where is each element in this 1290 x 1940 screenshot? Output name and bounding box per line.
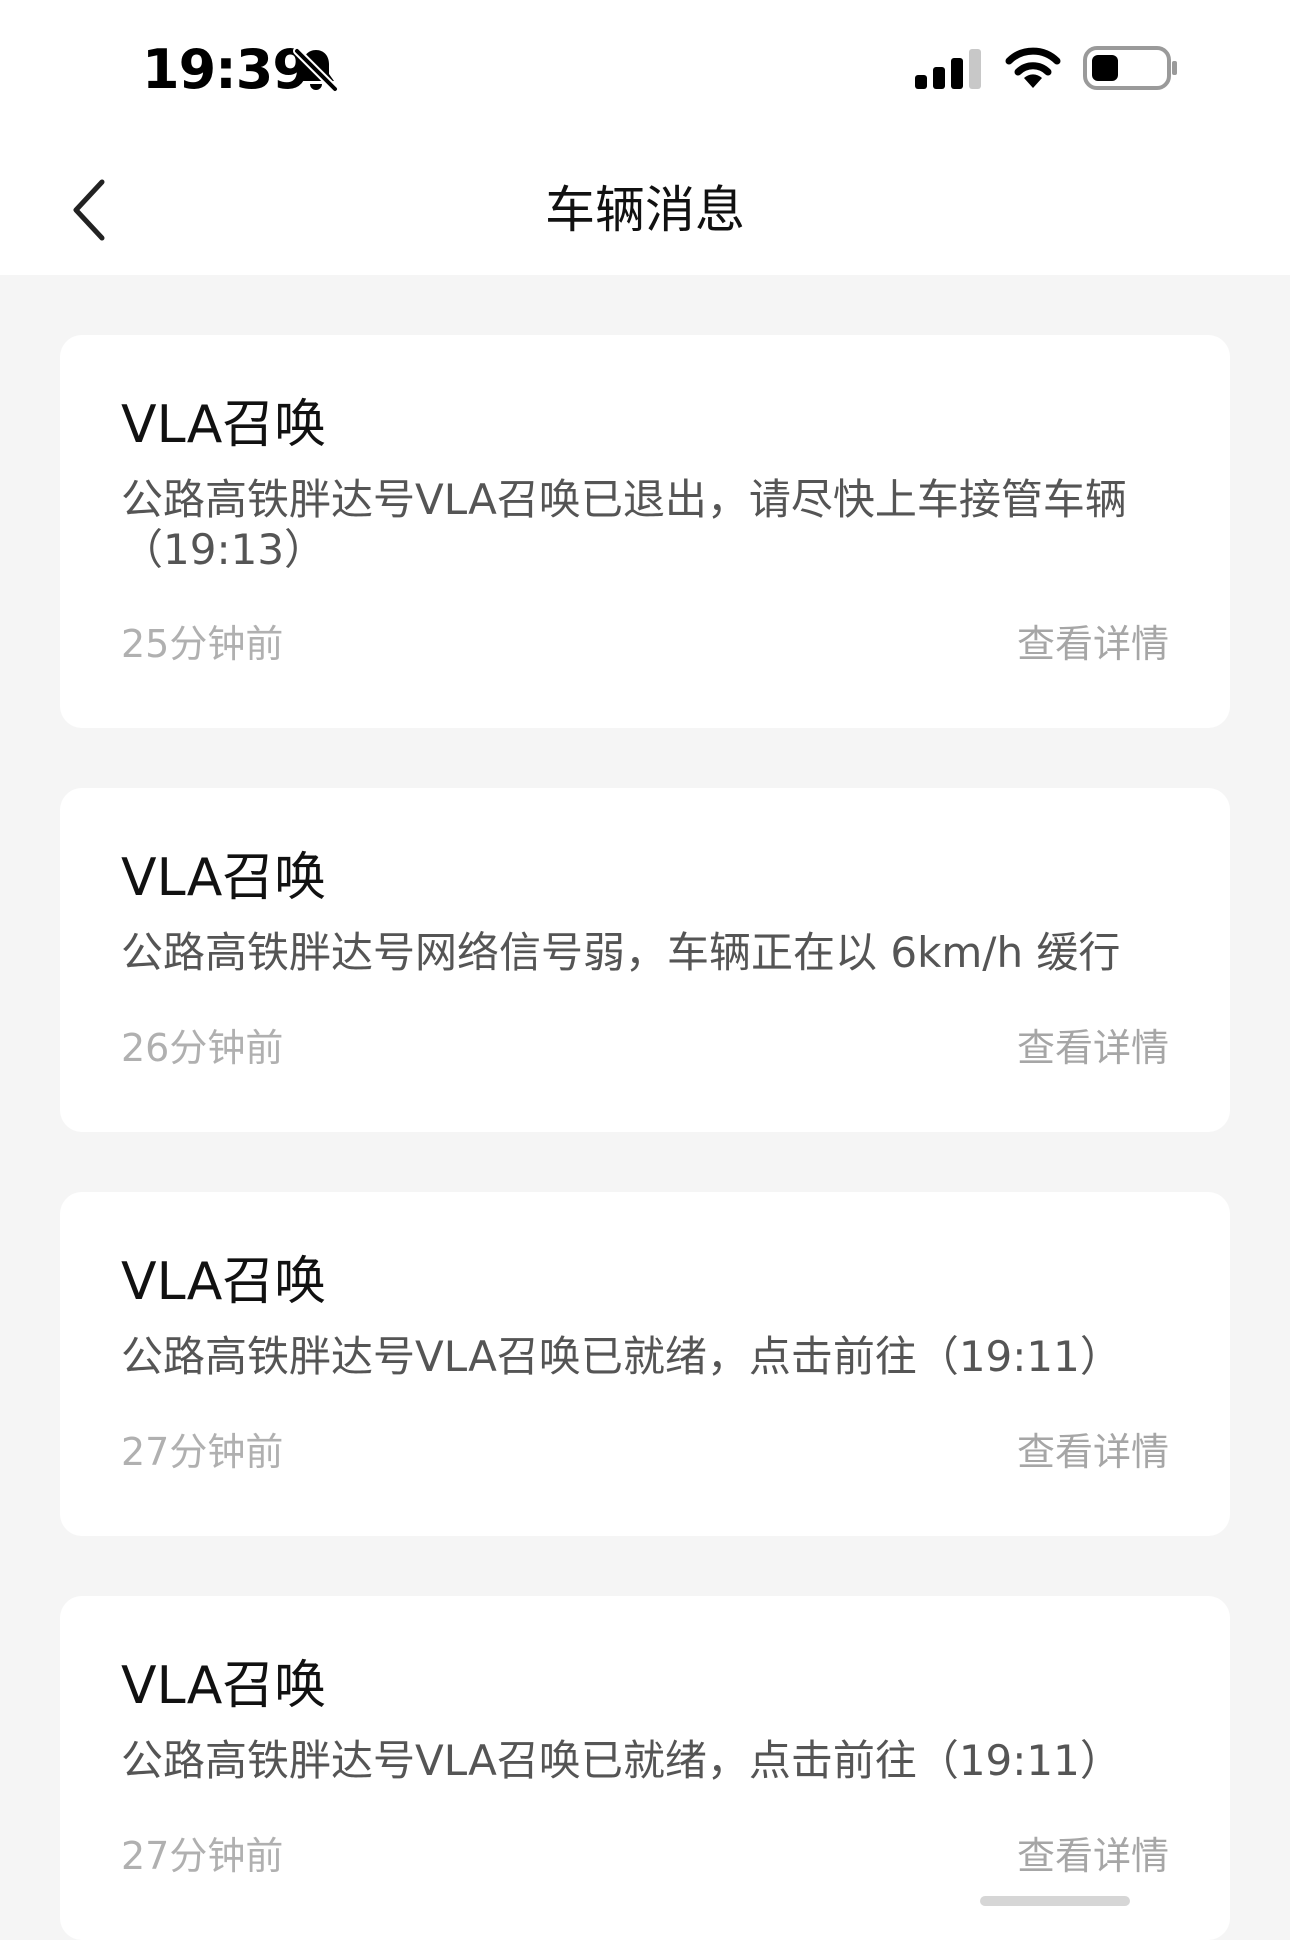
message-card[interactable]: VLA召唤 公路高铁胖达号VLA召唤已退出，请尽快上车接管车辆（19:13） 2… xyxy=(60,335,1230,728)
status-bar: 19:39 xyxy=(0,0,1290,130)
view-details-link[interactable]: 查看详情 xyxy=(1017,620,1169,668)
message-time: 25分钟前 xyxy=(121,622,284,666)
message-body: 公路高铁胖达号VLA召唤已就绪，点击前往（19:11） xyxy=(121,1736,1122,1785)
cellular-signal-icon xyxy=(915,49,981,89)
view-details-link[interactable]: 查看详情 xyxy=(1017,1832,1169,1880)
page-title: 车辆消息 xyxy=(545,181,745,239)
message-body: 公路高铁胖达号网络信号弱，车辆正在以 6km/h 缓行 xyxy=(121,928,1121,977)
status-time: 19:39 xyxy=(142,38,310,101)
wifi-icon xyxy=(1005,47,1061,88)
message-title: VLA召唤 xyxy=(121,1656,327,1716)
battery-icon xyxy=(1083,46,1177,90)
message-time: 27分钟前 xyxy=(121,1430,284,1474)
message-body: 公路高铁胖达号VLA召唤已就绪，点击前往（19:11） xyxy=(121,1332,1122,1381)
message-body: 公路高铁胖达号VLA召唤已退出，请尽快上车接管车辆（19:13） xyxy=(121,475,1127,574)
message-title: VLA召唤 xyxy=(121,395,327,455)
home-indicator xyxy=(980,1896,1130,1906)
view-details-link[interactable]: 查看详情 xyxy=(1017,1428,1169,1476)
message-time: 26分钟前 xyxy=(121,1026,284,1070)
message-time: 27分钟前 xyxy=(121,1834,284,1878)
message-title: VLA召唤 xyxy=(121,848,327,908)
message-title: VLA召唤 xyxy=(121,1252,327,1312)
bell-slash-icon xyxy=(293,47,339,93)
view-details-link[interactable]: 查看详情 xyxy=(1017,1024,1169,1072)
message-card[interactable]: VLA召唤 公路高铁胖达号VLA召唤已就绪，点击前往（19:11） 27分钟前 … xyxy=(60,1192,1230,1536)
message-card[interactable]: VLA召唤 公路高铁胖达号网络信号弱，车辆正在以 6km/h 缓行 26分钟前 … xyxy=(60,788,1230,1132)
